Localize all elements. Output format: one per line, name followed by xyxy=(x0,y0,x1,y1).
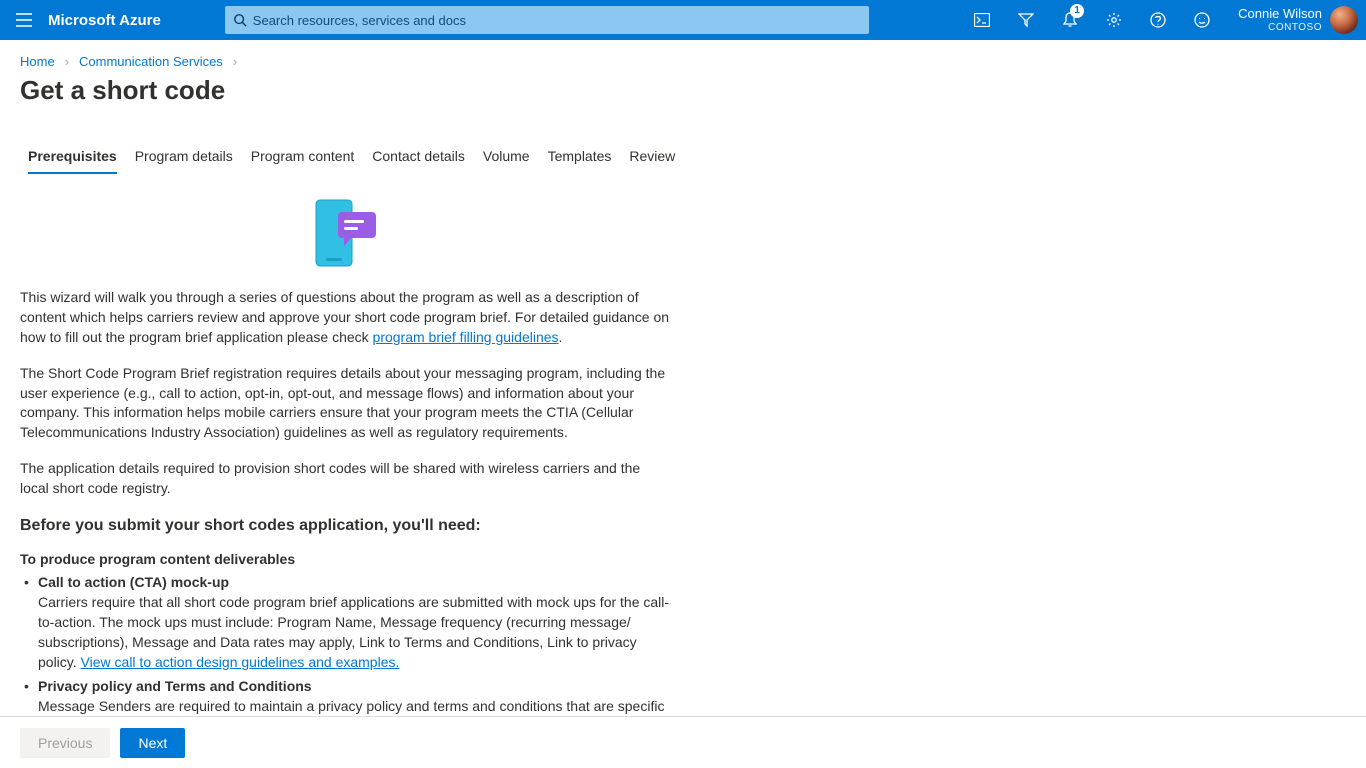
chevron-right-icon: › xyxy=(233,54,237,69)
previous-button: Previous xyxy=(20,728,110,758)
bullet-title-privacy: Privacy policy and Terms and Conditions xyxy=(38,678,312,694)
menu-toggle[interactable] xyxy=(0,0,48,40)
tab-volume[interactable]: Volume xyxy=(483,144,530,174)
top-bar: Microsoft Azure 1 Connie Wilson xyxy=(0,0,1366,40)
bullet-title-cta: Call to action (CTA) mock-up xyxy=(38,574,229,590)
tab-templates[interactable]: Templates xyxy=(548,144,612,174)
topbar-actions: 1 Connie Wilson CONTOSO xyxy=(960,0,1366,40)
notification-badge: 1 xyxy=(1070,4,1084,18)
next-button[interactable]: Next xyxy=(120,728,185,758)
breadcrumb-home[interactable]: Home xyxy=(20,54,55,69)
tab-program-details[interactable]: Program details xyxy=(135,144,233,174)
program-brief-guidelines-link[interactable]: program brief filling guidelines xyxy=(373,329,559,345)
settings-icon[interactable] xyxy=(1092,0,1136,40)
paragraph-2: The Short Code Program Brief registratio… xyxy=(20,364,670,444)
global-search[interactable] xyxy=(225,6,869,34)
list-item: Privacy policy and Terms and Conditions … xyxy=(38,677,670,716)
before-submit-heading: Before you submit your short codes appli… xyxy=(20,515,670,538)
cta-guidelines-link[interactable]: View call to action design guidelines an… xyxy=(81,654,400,670)
feedback-icon[interactable] xyxy=(1180,0,1224,40)
prerequisites-content: This wizard will walk you through a seri… xyxy=(0,174,690,716)
tab-program-content[interactable]: Program content xyxy=(251,144,355,174)
intro-paragraph: This wizard will walk you through a seri… xyxy=(20,288,670,348)
deliverables-subheading: To produce program content deliverables xyxy=(20,550,670,570)
chevron-right-icon: › xyxy=(65,54,69,69)
list-item: Call to action (CTA) mock-up Carriers re… xyxy=(38,573,670,672)
hero-illustration xyxy=(20,198,670,270)
avatar xyxy=(1330,6,1358,34)
tab-contact-details[interactable]: Contact details xyxy=(372,144,465,174)
user-name: Connie Wilson xyxy=(1238,7,1322,21)
notifications-icon[interactable]: 1 xyxy=(1048,0,1092,40)
user-tenant: CONTOSO xyxy=(1238,22,1322,33)
wizard-tabs: Prerequisites Program details Program co… xyxy=(0,144,1366,174)
search-input[interactable] xyxy=(253,13,861,28)
account-menu[interactable]: Connie Wilson CONTOSO xyxy=(1224,6,1366,34)
brand-label: Microsoft Azure xyxy=(48,12,181,29)
tab-prerequisites[interactable]: Prerequisites xyxy=(28,144,117,174)
tab-review[interactable]: Review xyxy=(629,144,675,174)
wizard-footer: Previous Next xyxy=(0,716,1366,768)
paragraph-3: The application details required to prov… xyxy=(20,459,670,499)
directory-filter-icon[interactable] xyxy=(1004,0,1048,40)
deliverables-list: Call to action (CTA) mock-up Carriers re… xyxy=(20,573,670,716)
breadcrumb: Home › Communication Services › xyxy=(0,40,1366,73)
cloud-shell-icon[interactable] xyxy=(960,0,1004,40)
help-icon[interactable] xyxy=(1136,0,1180,40)
page-title: Get a short code xyxy=(0,73,1366,124)
breadcrumb-communication-services[interactable]: Communication Services xyxy=(79,54,223,69)
